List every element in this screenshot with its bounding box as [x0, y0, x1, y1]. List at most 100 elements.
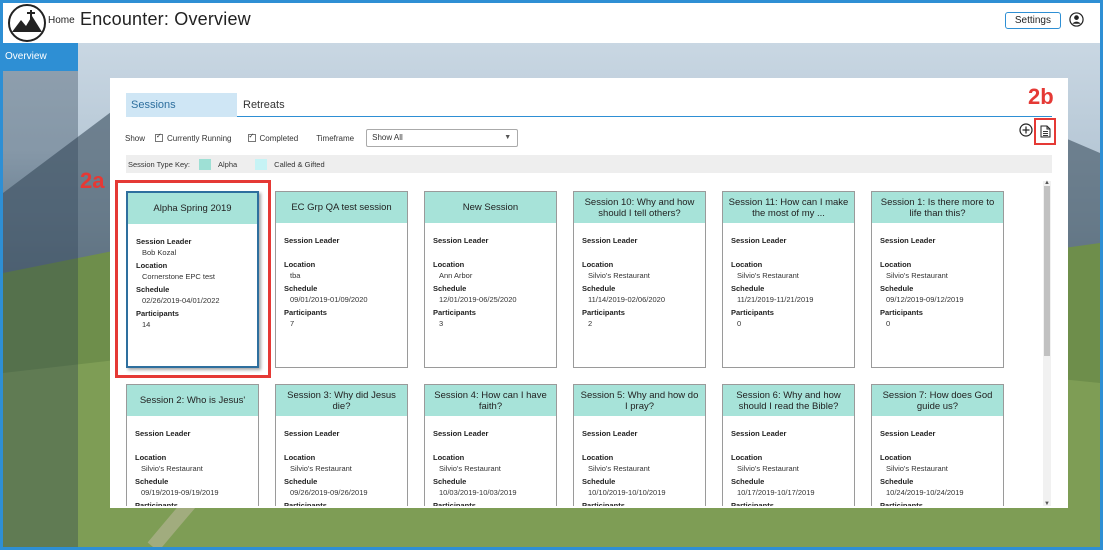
schedule-value: 10/24/2019-10/24/2019 [886, 488, 964, 497]
session-leader-label: Session Leader [880, 236, 936, 245]
location-value: Silvio's Restaurant [439, 464, 501, 473]
session-leader-label: Session Leader [284, 236, 340, 245]
session-leader-label: Session Leader [582, 236, 638, 245]
participants-label: Participants [731, 308, 774, 317]
vertical-scrollbar[interactable]: ▲ ▼ [1043, 180, 1051, 507]
side-nav: Overview [3, 43, 78, 547]
participants-label: Participants [284, 501, 327, 506]
session-card-title: Session 7: How does God guide us? [872, 385, 1003, 416]
session-leader-value [433, 247, 548, 256]
schedule-label: Schedule [582, 284, 616, 293]
location-label: Location [880, 453, 912, 462]
location-label: Location [731, 260, 763, 269]
session-card[interactable]: Session 3: Why did Jesus die? Session Lea… [275, 384, 408, 506]
session-leader-value [284, 247, 399, 256]
scrollbar-thumb[interactable] [1044, 186, 1050, 356]
timeframe-value: Show All [372, 133, 403, 142]
schedule-label: Schedule [284, 477, 318, 486]
session-card[interactable]: Session 5: Why and how do I pray? Session… [573, 384, 706, 506]
schedule-label: Schedule [731, 477, 765, 486]
participants-label: Participants [731, 501, 774, 506]
session-card-title: Session 3: Why did Jesus die? [276, 385, 407, 416]
participants-value: 0 [886, 319, 891, 328]
session-leader-value [433, 440, 548, 449]
tab-sessions[interactable]: Sessions [126, 93, 237, 117]
location-value: Ann Arbor [439, 271, 473, 280]
home-link[interactable]: Home [48, 15, 75, 26]
location-label: Location [582, 453, 614, 462]
schedule-label: Schedule [284, 284, 318, 293]
currently-running-label: Currently Running [167, 133, 232, 143]
user-account-icon[interactable] [1069, 12, 1084, 27]
schedule-label: Schedule [433, 477, 467, 486]
participants-label: Participants [135, 501, 178, 506]
session-leader-value [880, 247, 995, 256]
session-card-title: Session 2: Who is Jesus' [127, 385, 258, 416]
currently-running-checkbox[interactable] [155, 132, 164, 142]
session-leader-value [582, 440, 697, 449]
location-label: Location [284, 453, 316, 462]
session-card[interactable]: EC Grp QA test session Session Leader Loca… [275, 191, 408, 368]
schedule-value: 09/19/2019-09/19/2019 [141, 488, 219, 497]
filter-bar: Show Currently Running Completed Timefra… [125, 128, 519, 148]
add-session-icon[interactable] [1019, 123, 1033, 137]
settings-button[interactable]: Settings [1004, 12, 1061, 29]
location-label: Location [582, 260, 614, 269]
app-logo[interactable] [8, 4, 46, 42]
schedule-value: 12/01/2019-06/25/2020 [439, 295, 517, 304]
session-leader-value [880, 440, 995, 449]
location-value: Silvio's Restaurant [886, 271, 948, 280]
session-card[interactable]: Session 11: How can I make the most of m… [722, 191, 855, 368]
location-value: Silvio's Restaurant [588, 464, 650, 473]
completed-checkbox[interactable] [247, 132, 256, 142]
session-card[interactable]: Session 4: How can I have faith? Session … [424, 384, 557, 506]
timeframe-select[interactable]: Show All ▼ [366, 129, 519, 147]
session-card-body: Session Leader Location Silvio's Restauran… [276, 416, 407, 506]
session-card[interactable]: Session 10: Why and how should I tell ot… [573, 191, 706, 368]
participants-value: 0 [737, 319, 742, 328]
schedule-value: 09/12/2019-09/12/2019 [886, 295, 964, 304]
participants-label: Participants [433, 308, 476, 317]
session-card-body: Session Leader Location Silvio's Restauran… [425, 416, 556, 506]
session-card-body: Session Leader Location Ann Arbor Schedule 1… [425, 223, 556, 328]
key-alpha-label: Alpha [217, 159, 238, 169]
key-called-gifted-label: Called & Gifted [274, 159, 325, 169]
schedule-label: Schedule [135, 477, 169, 486]
location-label: Location [731, 453, 763, 462]
export-document-button[interactable] [1034, 118, 1056, 145]
session-leader-label: Session Leader [582, 429, 638, 438]
schedule-value: 10/17/2019-10/17/2019 [737, 488, 815, 497]
schedule-value: 09/26/2019-09/26/2019 [290, 488, 368, 497]
participants-value: 2 [588, 319, 593, 328]
location-value: Silvio's Restaurant [141, 464, 203, 473]
session-card-title: Session 11: How can I make the most of m… [723, 192, 854, 223]
tab-retreats[interactable]: Retreats [243, 93, 285, 117]
key-label: Session Type Key: [128, 159, 190, 169]
session-leader-value [582, 247, 697, 256]
session-card-body: Session Leader Location Silvio's Restauran… [723, 416, 854, 506]
scroll-down-icon[interactable]: ▼ [1043, 501, 1051, 507]
session-card-body: Session Leader Location Silvio's Restauran… [872, 416, 1003, 506]
session-card[interactable]: New Session Session Leader Location Ann Arb… [424, 191, 557, 368]
participants-label: Participants [582, 308, 625, 317]
location-label: Location [880, 260, 912, 269]
session-leader-value [284, 440, 399, 449]
annotation-2a-label: 2a [80, 168, 105, 193]
session-card-body: Session Leader Location Silvio's Restauran… [127, 416, 258, 506]
session-card[interactable]: Session 2: Who is Jesus' Session Leader Lo… [126, 384, 259, 506]
participants-label: Participants [284, 308, 327, 317]
schedule-label: Schedule [582, 477, 616, 486]
session-card[interactable]: Session 1: Is there more to life than th… [871, 191, 1004, 368]
session-card-body: Session Leader Location Silvio's Restauran… [574, 223, 705, 328]
session-leader-label: Session Leader [731, 236, 787, 245]
session-card-title: New Session [425, 192, 556, 223]
nav-item-overview[interactable]: Overview [3, 43, 78, 71]
session-card[interactable]: Session 6: Why and how should I read the… [722, 384, 855, 506]
session-card-title: Session 4: How can I have faith? [425, 385, 556, 416]
alpha-swatch [198, 158, 211, 170]
participants-label: Participants [433, 501, 476, 506]
session-card-body: Session Leader Location Silvio's Restauran… [574, 416, 705, 506]
session-card[interactable]: Session 7: How does God guide us? Session… [871, 384, 1004, 506]
location-value: tba [290, 271, 301, 280]
session-leader-label: Session Leader [433, 429, 489, 438]
